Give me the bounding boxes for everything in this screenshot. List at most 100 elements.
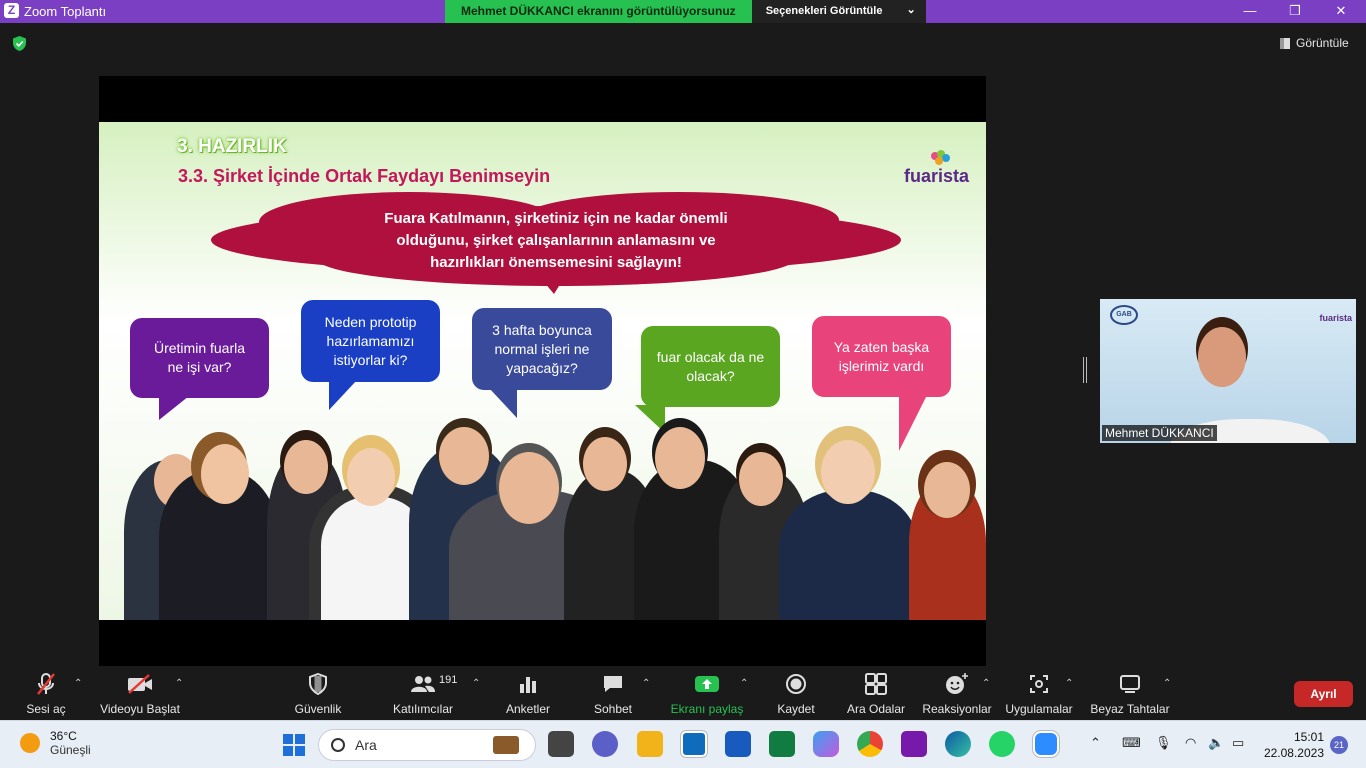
bubble-tail bbox=[159, 396, 189, 420]
breakout-rooms-button[interactable]: Ara Odalar bbox=[846, 670, 906, 716]
zoom-app-icon[interactable] bbox=[1032, 730, 1060, 758]
share-banner: Mehmet DÜKKANCI ekranını görüntülüyorsun… bbox=[445, 0, 926, 23]
audio-options-caret[interactable]: ⌃ bbox=[74, 678, 82, 689]
share-screen-label: Ekranı paylaş bbox=[670, 702, 744, 716]
breakout-rooms-icon bbox=[865, 673, 887, 695]
sun-icon bbox=[20, 733, 40, 753]
chat-button[interactable]: Sohbet bbox=[592, 670, 634, 716]
unmute-button[interactable]: Sesi aç bbox=[24, 670, 68, 716]
battery-icon[interactable]: ▭ bbox=[1232, 735, 1244, 751]
chat-options-caret[interactable]: ⌃ bbox=[642, 678, 650, 689]
share-options-caret[interactable]: ⌃ bbox=[740, 678, 748, 689]
fuarista-logo: fuarista bbox=[904, 166, 970, 186]
participants-button[interactable]: 191 Katılımcılar bbox=[390, 670, 457, 716]
chrome-icon[interactable] bbox=[857, 731, 883, 757]
bubble-line: hazırlamamızı bbox=[326, 332, 415, 349]
speech-bubble: Ya zaten başka işlerimiz vardı bbox=[812, 316, 951, 397]
cloud-line: hazırlıkları önemsemesini sağlayın! bbox=[430, 254, 682, 271]
bubble-line: Ya zaten başka bbox=[833, 338, 930, 355]
participants-label: Katılımcılar bbox=[392, 702, 453, 716]
copilot-icon[interactable] bbox=[813, 731, 839, 757]
minimize-button[interactable]: — bbox=[1240, 2, 1260, 20]
start-video-button[interactable]: Videoyu Başlat bbox=[100, 670, 180, 716]
whatsapp-icon[interactable] bbox=[989, 731, 1015, 757]
meeting-toolbar: Sesi aç ⌃ Videoyu Başlat ⌃ Güvenlik 191 … bbox=[0, 668, 1366, 720]
outlook-icon[interactable] bbox=[680, 730, 708, 758]
speech-bubble: 3 hafta boyunca normal işleri ne yapacağız… bbox=[472, 308, 612, 390]
system-clock[interactable]: 15:01 22.08.2023 bbox=[1262, 729, 1324, 761]
language-icon[interactable]: ⌨ bbox=[1122, 735, 1141, 751]
security-button[interactable]: Güvenlik bbox=[290, 670, 346, 716]
panel-resize-handle[interactable] bbox=[1083, 357, 1087, 383]
security-shield-icon[interactable] bbox=[11, 35, 28, 52]
reactions-options-caret[interactable]: ⌃ bbox=[982, 678, 990, 689]
shield-icon bbox=[309, 673, 327, 695]
speaker-icon[interactable]: 🔈 bbox=[1208, 735, 1224, 751]
search-icon bbox=[331, 738, 345, 752]
share-screen-icon bbox=[695, 676, 719, 692]
notification-badge[interactable]: 21 bbox=[1330, 736, 1348, 754]
meet-icon[interactable] bbox=[592, 731, 618, 757]
bubble-tail bbox=[489, 388, 517, 418]
close-button[interactable]: ✕ bbox=[1331, 2, 1351, 20]
bubble-tail bbox=[635, 405, 665, 433]
video-off-icon bbox=[128, 674, 152, 694]
wifi-icon[interactable]: ◠ bbox=[1185, 735, 1196, 751]
polls-button[interactable]: Anketler bbox=[504, 670, 552, 716]
bubble-line: 3 hafta boyunca bbox=[492, 321, 592, 338]
show-hidden-icons-icon[interactable]: ⌃ bbox=[1090, 735, 1101, 751]
slide-subheading: 3.3. Şirket İçinde Ortak Faydayı Benimse… bbox=[178, 166, 551, 186]
clock-time: 15:01 bbox=[1293, 730, 1324, 744]
search-highlight-icon bbox=[493, 736, 519, 754]
speech-bubble: Neden prototip hazırlamamızı istiyorlar ki… bbox=[301, 300, 440, 382]
leave-button[interactable]: Ayrıl bbox=[1294, 681, 1353, 707]
weather-widget[interactable]: 36°C Güneşli bbox=[20, 729, 91, 757]
cloud-line: Fuara Katılmanın, şirketiniz için ne kad… bbox=[384, 210, 728, 227]
apps-label: Uygulamalar bbox=[1005, 702, 1073, 716]
view-layout-icon bbox=[1280, 37, 1290, 49]
apps-icon bbox=[1030, 675, 1048, 693]
participants-icon bbox=[411, 676, 435, 692]
microphone-icon[interactable]: 🎙 bbox=[1155, 735, 1172, 751]
whiteboard-options-caret[interactable]: ⌃ bbox=[1163, 678, 1171, 689]
word-icon[interactable] bbox=[725, 731, 751, 757]
maximize-button[interactable]: ❐ bbox=[1285, 2, 1305, 20]
speech-bubble: fuar olacak da ne olacak? bbox=[641, 326, 780, 407]
bar-chart-icon bbox=[520, 677, 536, 693]
slide-heading: 3. HAZIRLIK bbox=[177, 136, 287, 157]
whiteboard-button[interactable]: Beyaz Tahtalar bbox=[1090, 670, 1170, 716]
bubble-line: yapacağız? bbox=[506, 359, 578, 376]
video-options-caret[interactable]: ⌃ bbox=[175, 678, 183, 689]
edge-icon[interactable] bbox=[945, 731, 971, 757]
apps-button[interactable]: Uygulamalar bbox=[1004, 670, 1074, 716]
reactions-button[interactable]: Reaksiyonlar bbox=[922, 670, 992, 716]
speech-cloud: Fuara Katılmanın, şirketiniz için ne kad… bbox=[209, 190, 903, 298]
task-view-icon[interactable] bbox=[548, 731, 574, 757]
polls-label: Anketler bbox=[505, 702, 551, 716]
view-button[interactable]: Görüntüle bbox=[1280, 36, 1349, 50]
cloud-text: Fuara Katılmanın, şirketiniz için ne kad… bbox=[209, 208, 903, 274]
taskbar-search[interactable]: Ara bbox=[318, 729, 536, 761]
window-title: Zoom Toplantı bbox=[24, 4, 107, 19]
org-logo: GAB bbox=[1110, 305, 1138, 325]
participant-video-tile[interactable]: GAB fuarista Mehmet DÜKKANCI bbox=[1100, 299, 1356, 443]
chat-icon bbox=[604, 676, 622, 692]
windows-start-icon[interactable] bbox=[282, 733, 306, 757]
onenote-icon[interactable] bbox=[901, 731, 927, 757]
apps-options-caret[interactable]: ⌃ bbox=[1065, 678, 1073, 689]
shared-screen: 3. HAZIRLIK 3.3. Şirket İçinde Ortak Fay… bbox=[99, 76, 986, 666]
participants-options-caret[interactable]: ⌃ bbox=[472, 678, 480, 689]
cloud-line: olduğunu, şirket çalışanlarının anlaması… bbox=[396, 232, 716, 249]
weather-condition: Güneşli bbox=[50, 743, 91, 757]
chat-label: Sohbet bbox=[593, 702, 633, 716]
file-explorer-icon[interactable] bbox=[637, 731, 663, 757]
view-options-button[interactable]: Seçenekleri Görüntüle ⌄ bbox=[751, 0, 926, 23]
record-button[interactable]: Kaydet bbox=[776, 670, 816, 716]
presentation-slide: 3. HAZIRLIK 3.3. Şirket İçinde Ortak Fay… bbox=[99, 122, 986, 620]
excel-icon[interactable] bbox=[769, 731, 795, 757]
share-screen-button[interactable]: Ekranı paylaş bbox=[670, 670, 744, 716]
zoom-logo-icon: Z bbox=[4, 3, 19, 18]
clock-date: 22.08.2023 bbox=[1263, 746, 1324, 760]
bubble-line: Neden prototip bbox=[324, 313, 417, 330]
bubble-line: istiyorlar ki? bbox=[333, 351, 408, 368]
